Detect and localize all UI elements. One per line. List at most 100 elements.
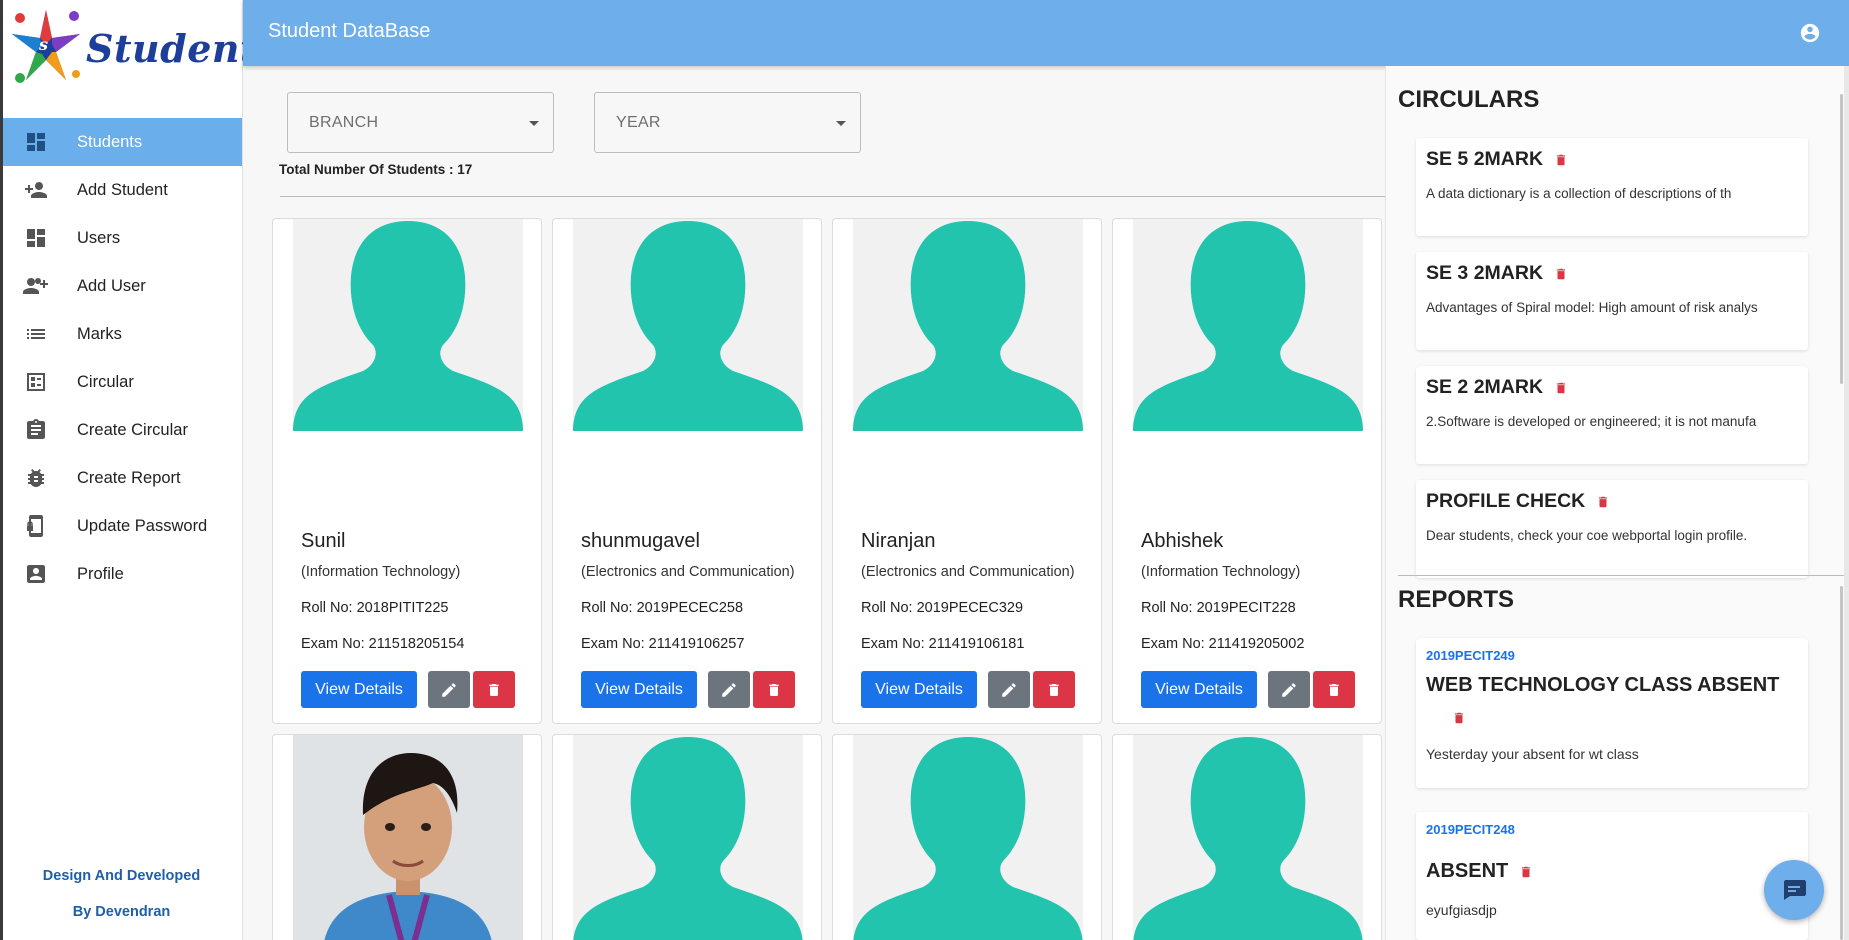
delete-button[interactable]: [1313, 671, 1355, 708]
avatar-placeholder: [573, 735, 803, 940]
reports-scrollbar[interactable]: [1840, 586, 1843, 940]
delete-icon[interactable]: [1554, 152, 1568, 168]
dashboard-icon: [21, 127, 51, 157]
year-select[interactable]: YEAR: [594, 92, 861, 153]
sidebar-item-students[interactable]: Students: [3, 118, 242, 166]
app-root: s Student Students Add Student Users Add…: [0, 0, 1849, 940]
app-logo[interactable]: s Student: [6, 4, 258, 94]
delete-icon[interactable]: [1596, 494, 1610, 510]
bug-icon: [21, 463, 51, 493]
student-department: (Electronics and Communication): [581, 564, 795, 580]
view-details-button[interactable]: View Details: [861, 671, 977, 708]
avatar-placeholder: [293, 219, 523, 431]
phone-lock-icon: [21, 511, 51, 541]
pencil-icon: [722, 682, 736, 697]
student-exam-no: Exam No: 211518205154: [301, 636, 465, 652]
delete-icon[interactable]: [1554, 380, 1568, 396]
circular-card[interactable]: SE 3 2MARK Advantages of Spiral model: H…: [1416, 252, 1808, 350]
chat-button[interactable]: [1764, 860, 1824, 920]
circular-title: SE 5 2MARK: [1426, 148, 1544, 170]
view-details-button[interactable]: View Details: [1141, 671, 1257, 708]
student-name: shunmugavel: [581, 530, 700, 552]
sidebar-item-circular[interactable]: Circular: [3, 358, 242, 406]
circular-title: SE 3 2MARK: [1426, 262, 1544, 284]
sidebar-item-update-password[interactable]: Update Password: [3, 502, 242, 550]
student-card: Sunil (Information Technology) Roll No: …: [272, 218, 542, 724]
report-card[interactable]: 2019PECIT248 ABSENT eyufgiasdjp: [1416, 812, 1808, 940]
circular-card[interactable]: PROFILE CHECK Dear students, check your …: [1416, 480, 1808, 578]
account-circle-icon[interactable]: [1799, 22, 1821, 44]
branch-select-placeholder: BRANCH: [309, 114, 379, 131]
student-card: [552, 734, 822, 940]
edit-button[interactable]: [428, 671, 470, 708]
sidebar-item-label: Marks: [77, 324, 122, 343]
top-app-bar: Student DataBase: [243, 0, 1849, 66]
panel-divider: [1398, 575, 1849, 576]
sidebar-item-create-circular[interactable]: Create Circular: [3, 406, 242, 454]
content-divider: [280, 196, 1422, 197]
view-details-button[interactable]: View Details: [301, 671, 417, 708]
delete-icon[interactable]: [1554, 266, 1568, 282]
delete-icon[interactable]: [1519, 864, 1533, 880]
edit-button[interactable]: [988, 671, 1030, 708]
delete-button[interactable]: [753, 671, 795, 708]
sidebar-item-add-student[interactable]: Add Student: [3, 166, 242, 214]
sidebar-item-users[interactable]: Users: [3, 214, 242, 262]
circular-description: A data dictionary is a collection of des…: [1426, 186, 1732, 201]
pencil-icon: [1002, 682, 1016, 697]
sidebar-item-create-report[interactable]: Create Report: [3, 454, 242, 502]
delete-icon[interactable]: [1452, 710, 1466, 731]
page-scrollbar[interactable]: [1844, 66, 1849, 940]
credit-line-2: By Devendran: [72, 904, 171, 920]
delete-button[interactable]: [1033, 671, 1075, 708]
report-title: WEB TECHNOLOGY CLASS ABSENT: [1426, 674, 1780, 696]
trash-icon: [769, 683, 779, 696]
trash-icon: [1049, 683, 1059, 696]
total-students-count: Total Number Of Students : 17: [279, 162, 473, 177]
report-roll-no: 2019PECIT249: [1426, 648, 1515, 663]
circular-title: SE 2 2MARK: [1426, 376, 1544, 398]
sidebar-item-label: Update Password: [77, 516, 208, 535]
student-photo: [293, 735, 523, 940]
sidebar: s Student Students Add Student Users Add…: [0, 0, 258, 940]
sidebar-item-label: Profile: [77, 564, 124, 583]
circular-title: PROFILE CHECK: [1426, 490, 1586, 512]
chevron-down-icon: [529, 121, 539, 126]
circular-card[interactable]: SE 2 2MARK 2.Software is developed or en…: [1416, 366, 1808, 464]
student-card: shunmugavel (Electronics and Communicati…: [552, 218, 822, 724]
sidebar-nav: Students Add Student Users Add User Mark…: [3, 118, 242, 598]
student-name: Abhishek: [1141, 530, 1224, 552]
branch-select[interactable]: BRANCH: [287, 92, 554, 153]
sidebar-item-profile[interactable]: Profile: [3, 550, 242, 598]
circulars-scrollbar[interactable]: [1840, 94, 1843, 384]
report-description: eyufgiasdjp: [1426, 902, 1497, 918]
group-add-icon: [21, 271, 51, 301]
student-roll-no: Roll No: 2019PECEC258: [581, 600, 744, 616]
page-title: Student DataBase: [268, 20, 431, 42]
sidebar-item-label: Create Report: [77, 468, 181, 487]
sidebar-item-label: Users: [77, 228, 121, 247]
dashboard-icon: [21, 223, 51, 253]
report-roll-no: 2019PECIT248: [1426, 822, 1515, 837]
right-panel: CIRCULARS SE 5 2MARK A data dictionary i…: [1385, 66, 1849, 940]
student-card: [1112, 734, 1382, 940]
sidebar-item-label: Create Circular: [77, 420, 188, 439]
edit-button[interactable]: [1268, 671, 1310, 708]
report-description: Yesterday your absent for wt class: [1426, 746, 1639, 762]
sidebar-item-add-user[interactable]: Add User: [3, 262, 242, 310]
view-details-button[interactable]: View Details: [581, 671, 697, 708]
svg-text:s: s: [38, 35, 48, 54]
student-roll-no: Roll No: 2018PITIT225: [301, 600, 449, 616]
reports-title: REPORTS: [1398, 586, 1515, 613]
sidebar-item-marks[interactable]: Marks: [3, 310, 242, 358]
sidebar-item-label: Students: [77, 132, 143, 151]
edit-button[interactable]: [708, 671, 750, 708]
year-select-placeholder: YEAR: [616, 114, 661, 131]
avatar-placeholder: [853, 735, 1083, 940]
delete-button[interactable]: [473, 671, 515, 708]
report-card[interactable]: 2019PECIT249 WEB TECHNOLOGY CLASS ABSENT…: [1416, 638, 1808, 788]
person-add-icon: [21, 175, 51, 205]
clipboard-icon: [21, 415, 51, 445]
circular-card[interactable]: SE 5 2MARK A data dictionary is a collec…: [1416, 138, 1808, 236]
avatar-placeholder: [1133, 219, 1363, 431]
